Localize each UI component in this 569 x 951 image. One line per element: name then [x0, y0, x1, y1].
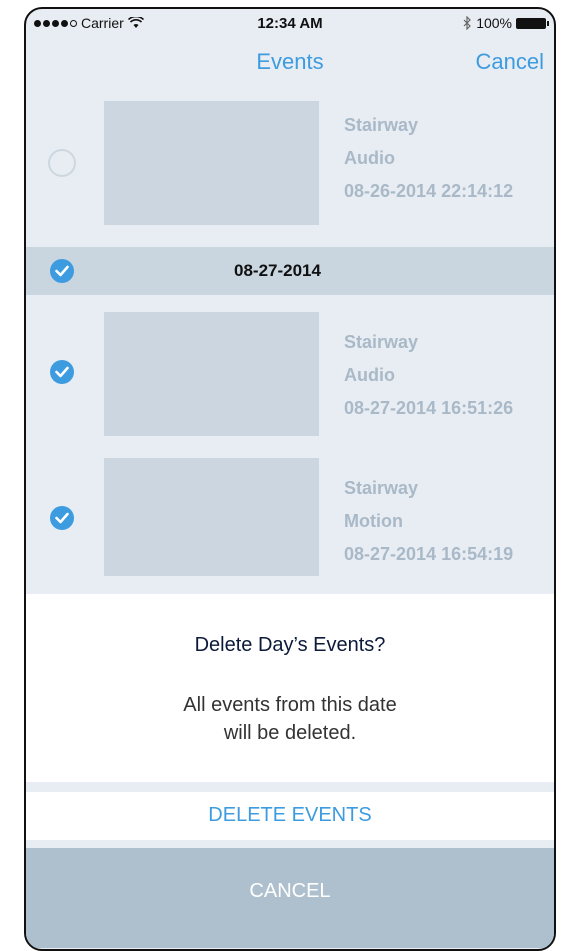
dialog-message-line-1: All events from this date	[183, 694, 397, 716]
delete-events-button[interactable]: DELETE EVENTS	[26, 792, 554, 840]
checked-circle-icon[interactable]	[50, 506, 74, 530]
phone-screen: Carrier 12:34 AM 100% Events Cancel Stai…	[24, 7, 556, 951]
dialog-message-line-2: will be deleted.	[223, 722, 357, 744]
divider	[26, 840, 554, 848]
delete-confirmation-dialog: Delete Day’s Events? All events from thi…	[26, 594, 554, 782]
bluetooth-icon	[463, 16, 472, 30]
event-row[interactable]: Stairway Motion 08-27-2014 16:54:19	[26, 458, 554, 576]
navigation-bar: Events Cancel	[26, 39, 554, 83]
event-details: Stairway Audio 08-27-2014 16:51:26	[344, 326, 513, 425]
event-type: Motion	[344, 511, 403, 531]
event-thumbnail	[104, 101, 319, 225]
event-details: Stairway Motion 08-27-2014 16:54:19	[344, 472, 513, 571]
event-type: Audio	[344, 148, 395, 168]
event-thumbnail	[104, 458, 319, 576]
event-timestamp: 08-27-2014 16:54:19	[344, 544, 514, 564]
event-thumbnail	[104, 312, 319, 436]
event-location: Stairway	[344, 115, 419, 135]
status-bar: Carrier 12:34 AM 100%	[26, 9, 554, 37]
event-details: Stairway Audio 08-26-2014 22:14:12	[344, 109, 513, 208]
date-section-header[interactable]: 08-27-2014	[26, 247, 554, 295]
dialog-title: Delete Day’s Events?	[194, 634, 386, 656]
battery-icon	[516, 17, 549, 29]
event-timestamp: 08-26-2014 22:14:12	[344, 181, 514, 201]
battery-percent: 100%	[476, 15, 512, 31]
nav-cancel-button[interactable]: Cancel	[476, 49, 544, 75]
unchecked-circle-icon[interactable]	[48, 149, 76, 177]
cancel-label: CANCEL	[249, 880, 331, 902]
event-timestamp: 08-27-2014 16:51:26	[344, 398, 514, 418]
cancel-button[interactable]: CANCEL	[26, 848, 554, 948]
dialog-message: All events from this date will be delete…	[26, 691, 554, 747]
checked-circle-icon[interactable]	[50, 259, 74, 283]
status-right: 100%	[463, 15, 549, 31]
event-location: Stairway	[344, 332, 419, 352]
date-header-label: 08-27-2014	[234, 261, 321, 280]
event-location: Stairway	[344, 478, 419, 498]
event-row[interactable]: Stairway Audio 08-26-2014 22:14:12	[26, 101, 554, 225]
event-row[interactable]: Stairway Audio 08-27-2014 16:51:26	[26, 312, 554, 436]
divider	[26, 782, 554, 792]
checked-circle-icon[interactable]	[50, 360, 74, 384]
event-type: Audio	[344, 365, 395, 385]
delete-events-label: DELETE EVENTS	[208, 804, 372, 826]
